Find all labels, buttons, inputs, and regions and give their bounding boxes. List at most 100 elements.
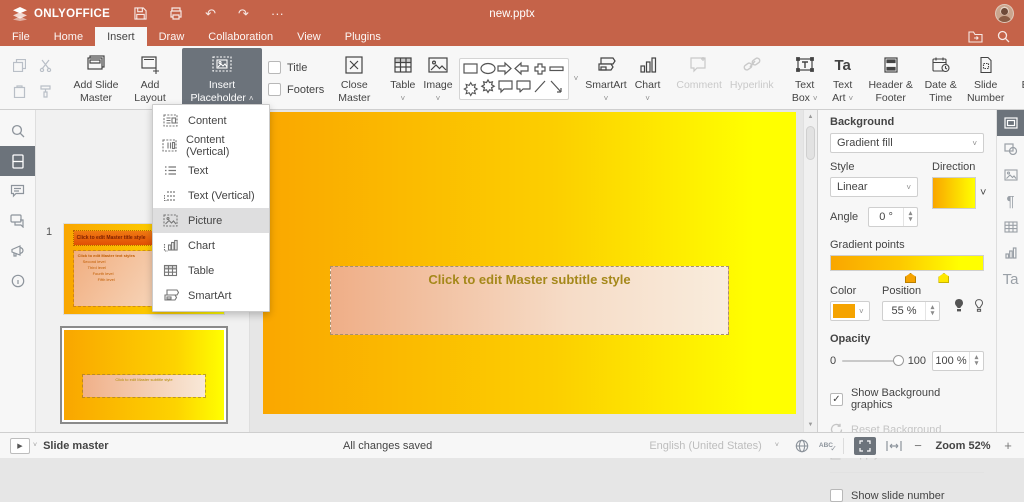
- format-painter-icon[interactable]: [36, 83, 54, 101]
- date-time-button[interactable]: Date & Time: [920, 48, 962, 109]
- gradient-style-select[interactable]: Linear ˅: [830, 177, 918, 197]
- checkbox-unchecked[interactable]: [830, 489, 843, 502]
- add-gradient-point-icon[interactable]: [954, 299, 964, 312]
- slide-number-button[interactable]: Slide Number: [962, 48, 1010, 109]
- undo-icon[interactable]: ↶: [205, 7, 216, 20]
- opacity-spinner[interactable]: 100 % ▴ ▾: [932, 351, 984, 371]
- fill-type-select[interactable]: Gradient fill ˅: [830, 133, 984, 153]
- show-slide-number-checkbox[interactable]: Show slide number: [830, 489, 984, 502]
- footers-checkbox-box[interactable]: [268, 83, 281, 96]
- user-avatar[interactable]: [995, 4, 1014, 23]
- gradient-bar[interactable]: [830, 255, 984, 283]
- textart-settings-icon[interactable]: Ta: [997, 266, 1024, 292]
- tab-plugins[interactable]: Plugins: [333, 27, 393, 46]
- smartart-icon: [595, 53, 617, 77]
- angle-spinner[interactable]: 0 ° ▴ ▾: [868, 207, 918, 227]
- caret-down-icon[interactable]: ˅: [980, 187, 986, 199]
- gradient-stop-yellow[interactable]: [938, 273, 950, 283]
- scrollbar-thumb[interactable]: [806, 126, 815, 160]
- sidebar-comments-icon[interactable]: [0, 176, 35, 206]
- text-art-button[interactable]: Ta Text Art ˅: [824, 48, 862, 109]
- menu-item-table[interactable]: Table: [153, 258, 269, 283]
- thumbnail-layout-selected[interactable]: Click to edit Master subtitle style: [60, 326, 228, 424]
- fit-to-slide-button[interactable]: [854, 436, 876, 455]
- tab-file[interactable]: File: [0, 27, 42, 46]
- shapes-more-icon[interactable]: ˅: [571, 74, 582, 83]
- tab-home[interactable]: Home: [42, 27, 95, 46]
- paste-icon[interactable]: [10, 83, 28, 101]
- sidebar-slides-panel-icon[interactable]: [0, 146, 35, 176]
- slide-editing-area[interactable]: Click to edit Master subtitle style: [263, 112, 796, 414]
- set-language-globe-icon[interactable]: [795, 439, 809, 453]
- text-box-button[interactable]: Text Box ˅: [786, 48, 824, 109]
- tab-draw[interactable]: Draw: [147, 27, 197, 46]
- zoom-out-button[interactable]: −: [912, 438, 924, 453]
- slide-settings-icon[interactable]: [997, 110, 1024, 136]
- scroll-down-icon[interactable]: ▼: [804, 418, 817, 432]
- save-icon[interactable]: [134, 7, 147, 20]
- image-button[interactable]: Image ˅: [419, 48, 456, 109]
- print-icon[interactable]: [169, 7, 183, 20]
- sidebar-about-icon[interactable]: [0, 266, 35, 296]
- opacity-slider[interactable]: [842, 355, 904, 366]
- chart-button[interactable]: Chart ˅: [631, 48, 665, 109]
- zoom-level-label: Zoom 52%: [935, 439, 991, 452]
- show-background-graphics-checkbox[interactable]: ✓ Show Background graphics: [830, 387, 984, 411]
- cut-icon[interactable]: [36, 57, 54, 75]
- menu-item-text[interactable]: Text: [153, 158, 269, 183]
- checkbox-checked[interactable]: ✓: [830, 392, 843, 406]
- more-actions-icon[interactable]: ···: [271, 7, 284, 20]
- add-slide-master-button[interactable]: Add Slide Master: [66, 48, 126, 109]
- sidebar-feedback-icon[interactable]: [0, 236, 35, 266]
- menu-item-text-vertical[interactable]: Text (Vertical): [153, 183, 269, 208]
- table-settings-icon[interactable]: [997, 214, 1024, 240]
- smartart-button[interactable]: SmartArt ˅: [581, 48, 630, 109]
- chart-settings-icon[interactable]: [997, 240, 1024, 266]
- open-file-location-icon[interactable]: [968, 30, 983, 43]
- title-checkbox[interactable]: Title: [268, 61, 324, 74]
- scroll-up-icon[interactable]: ▲: [804, 110, 817, 124]
- footers-checkbox[interactable]: Footers: [268, 83, 324, 96]
- close-master-button[interactable]: Close Master: [330, 48, 378, 109]
- slideshow-options-icon[interactable]: ˅: [33, 442, 37, 449]
- fit-to-width-button[interactable]: [886, 440, 902, 452]
- tab-collaboration[interactable]: Collaboration: [196, 27, 285, 46]
- picture-icon: [162, 214, 179, 227]
- shapes-gallery[interactable]: [458, 57, 569, 100]
- subtitle-placeholder[interactable]: Click to edit Master subtitle style: [329, 266, 730, 336]
- copy-icon[interactable]: [10, 57, 28, 75]
- sidebar-chat-icon[interactable]: [0, 206, 35, 236]
- equation-button[interactable]: √x Equation ˅: [1018, 48, 1024, 109]
- sidebar-search-icon[interactable]: [0, 116, 35, 146]
- menu-item-content[interactable]: Content: [153, 108, 269, 133]
- title-checkbox-box[interactable]: [268, 61, 281, 74]
- menu-item-smartart[interactable]: SmartArt: [153, 283, 269, 308]
- paragraph-settings-icon[interactable]: ¶: [997, 188, 1024, 214]
- menu-item-picture[interactable]: Picture: [153, 208, 269, 233]
- right-settings-strip: ¶ Ta: [996, 110, 1024, 432]
- tab-insert[interactable]: Insert: [95, 27, 147, 46]
- vertical-scrollbar[interactable]: ▲ ▼: [803, 110, 817, 432]
- start-slideshow-button[interactable]: ▶: [10, 437, 30, 454]
- position-spinner[interactable]: 55 % ▴ ▾: [882, 301, 940, 321]
- remove-gradient-point-icon[interactable]: [974, 299, 984, 312]
- zoom-in-button[interactable]: +: [1002, 438, 1014, 453]
- opacity-slider-handle[interactable]: [892, 355, 904, 366]
- onlyoffice-logo-icon: [13, 6, 27, 21]
- table-button[interactable]: Table ˅: [386, 48, 419, 109]
- insert-placeholder-button[interactable]: Insert Placeholder ˄: [182, 48, 262, 109]
- gradient-stop-orange[interactable]: [905, 273, 917, 283]
- spellcheck-icon[interactable]: ABC ✓: [819, 442, 837, 453]
- language-caret-icon[interactable]: ˅: [775, 442, 779, 449]
- add-layout-button[interactable]: Add Layout: [126, 48, 174, 109]
- image-settings-icon[interactable]: [997, 162, 1024, 188]
- header-footer-button[interactable]: Header & Footer: [862, 48, 920, 109]
- menu-item-chart[interactable]: Chart: [153, 233, 269, 258]
- redo-icon[interactable]: ↷: [238, 7, 249, 20]
- menu-item-content-vertical[interactable]: Content (Vertical): [153, 133, 269, 158]
- tab-view[interactable]: View: [285, 27, 333, 46]
- search-icon[interactable]: [997, 30, 1010, 43]
- gradient-color-select[interactable]: ˅: [830, 301, 870, 321]
- shape-settings-icon[interactable]: [997, 136, 1024, 162]
- gradient-direction-preview[interactable]: [932, 177, 976, 209]
